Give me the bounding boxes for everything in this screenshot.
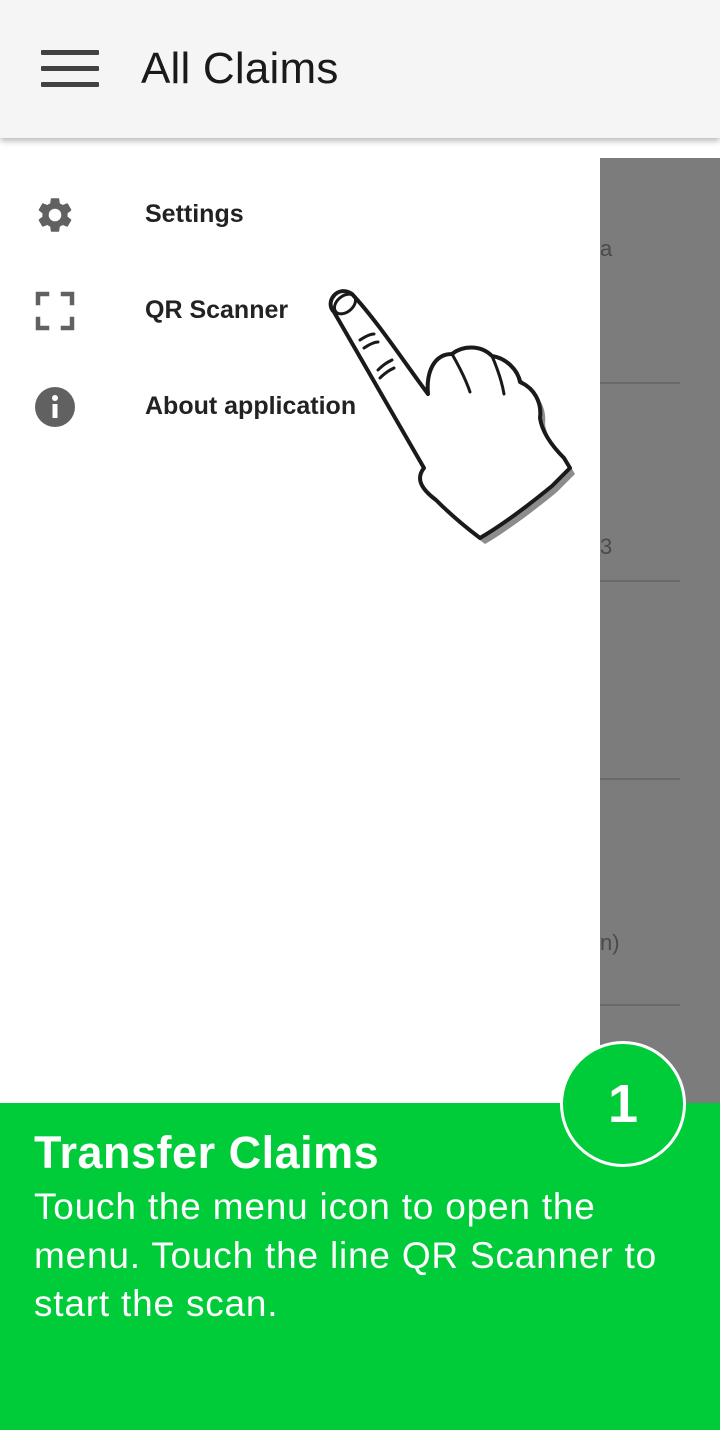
qr-scan-frame-icon	[35, 291, 75, 331]
step-number-badge: 1	[560, 1041, 686, 1167]
step-number: 1	[607, 1074, 639, 1134]
info-icon	[35, 387, 75, 427]
list-text-fragment: a	[600, 236, 613, 261]
dimmed-claims-list: a 3 n)	[600, 158, 720, 1103]
tip-text: Touch the menu icon to open the menu. To…	[34, 1186, 657, 1324]
list-text-fragment: n)	[600, 930, 620, 955]
menu-item-settings[interactable]: Settings	[0, 170, 600, 260]
menu-item-label: Settings	[145, 200, 244, 228]
list-divider	[600, 778, 680, 780]
page-title: All Claims	[141, 44, 339, 93]
hamburger-menu-icon[interactable]	[41, 50, 99, 88]
list-divider	[600, 382, 680, 384]
list-divider	[600, 580, 680, 582]
tip-title: Transfer Claims	[34, 1127, 380, 1178]
pointing-hand-icon	[328, 289, 575, 544]
list-divider	[600, 1004, 680, 1006]
menu-item-label: QR Scanner	[145, 296, 289, 324]
gear-icon	[38, 198, 72, 232]
app-bar: All Claims	[0, 0, 720, 138]
list-text-fragment: 3	[600, 534, 613, 559]
